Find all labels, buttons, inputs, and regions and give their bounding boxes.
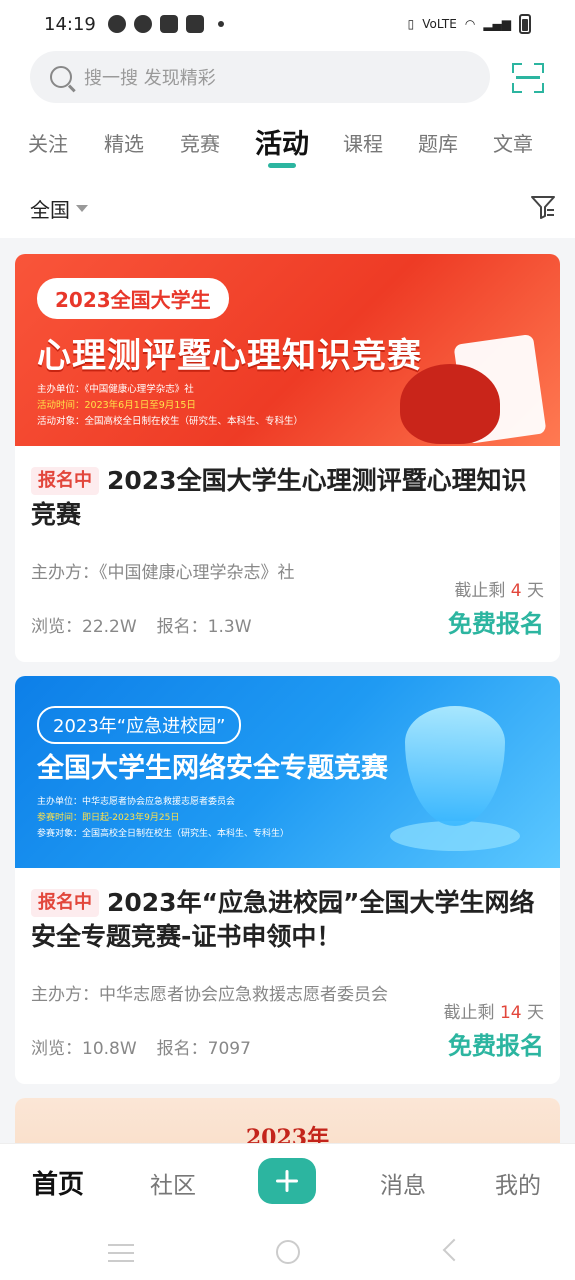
tab-featured[interactable]: 精选 [104,128,144,157]
bottom-nav: 首页 社区 消息 我的 [0,1143,575,1228]
nav-me[interactable]: 我的 [495,1166,541,1200]
banner-pill: 2023全国大学生 [37,278,229,319]
tab-course[interactable]: 课程 [343,128,383,157]
search-bar[interactable]: 搜一搜 发现精彩 [30,51,490,103]
scan-icon[interactable] [512,63,544,93]
free-signup-button[interactable]: 免费报名 [448,1026,544,1061]
tab-activity[interactable]: 活动 [255,122,309,161]
banner-pill: 2023年“应急进校园” [37,706,242,744]
header: 搜一搜 发现精彩 关注 精选 竞赛 活动 课程 题库 文章 全国 [0,48,575,238]
banner-headline: 心理测评暨心理知识竞赛 [37,336,422,376]
view-count: 浏览：10.8W [31,1039,137,1059]
telegram-icon [107,15,126,33]
nav-messages[interactable]: 消息 [380,1166,426,1200]
shield-icon [405,706,505,826]
nav-community[interactable]: 社区 [150,1166,196,1200]
tab-competition[interactable]: 竞赛 [180,128,220,157]
banner-info: 主办单位：《中国健康心理学杂志》社 活动时间：2023年6月1日至9月15日 活… [37,384,304,427]
status-badge: 报名中 [31,467,99,495]
activity-banner[interactable]: 2023全国大学生 心理测评暨心理知识竞赛 主办单位：《中国健康心理学杂志》社 … [15,254,560,446]
free-signup-button[interactable]: 免费报名 [448,604,544,639]
activity-card[interactable]: 2023全国大学生 心理测评暨心理知识竞赛 主办单位：《中国健康心理学杂志》社 … [15,254,560,662]
category-tabs: 关注 精选 竞赛 活动 课程 题库 文章 [0,118,575,168]
region-selector[interactable]: 全国 [30,194,88,223]
filter-icon[interactable] [530,194,556,220]
vibrate-icon: ▯ [407,17,415,31]
heart-illustration [400,364,500,444]
deadline: 截止剩 14 天 [443,1003,544,1023]
status-badge: 报名中 [31,889,99,917]
activity-banner[interactable]: 2023年 [15,1098,560,1143]
tab-question-bank[interactable]: 题库 [418,128,458,157]
mail-icon [159,15,178,33]
status-bar: 14:19 ▯ VoLTE ◠ ▂▄▆ [0,0,575,48]
menu-icon[interactable] [108,1244,134,1262]
system-nav-bar [0,1228,575,1280]
tab-follow[interactable]: 关注 [28,128,68,157]
stats: 浏览：10.8W 报名：7097 [31,1034,251,1059]
banner-headline: 全国大学生网络安全专题竞赛 [37,753,388,784]
banner-headline: 2023年 [245,1125,330,1143]
activity-card[interactable]: 2023年“应急进校园” 全国大学生网络安全专题竞赛 主办单位：中华志愿者协会应… [15,676,560,1084]
signup-count: 报名：1.3W [156,617,252,637]
view-count: 浏览：22.2W [31,617,137,637]
tab-article[interactable]: 文章 [493,128,533,157]
activity-banner[interactable]: 2023年“应急进校园” 全国大学生网络安全专题竞赛 主办单位：中华志愿者协会应… [15,676,560,868]
filter-row: 全国 [0,178,575,236]
stats: 浏览：22.2W 报名：1.3W [31,612,252,637]
activity-card[interactable]: 2023年 [15,1098,560,1143]
back-icon[interactable] [442,1238,466,1262]
deadline: 截止剩 4 天 [454,581,544,601]
banner-info: 主办单位：中华志愿者协会应急救援志愿者委员会 参赛时间：即日起-2023年9月2… [37,797,290,839]
activity-title[interactable]: 报名中 2023年“应急进校园”全国大学生网络安全专题竞赛-证书申领中！ [31,886,544,954]
activity-title[interactable]: 报名中 2023全国大学生心理测评暨心理知识竞赛 [31,464,544,532]
region-label: 全国 [30,198,70,222]
home-icon[interactable] [276,1240,300,1264]
add-button[interactable] [258,1158,316,1204]
volte-label: VoLTE [422,17,457,31]
signup-count: 报名：7097 [156,1039,251,1059]
system-status-icons: ▯ VoLTE ◠ ▂▄▆ [408,14,531,34]
mail-icon [185,15,204,33]
wifi-icon: ◠ [464,17,476,31]
app-icon [133,15,152,33]
battery-icon [519,14,531,34]
dropdown-arrow-icon [76,205,88,212]
nav-home[interactable]: 首页 [32,1164,84,1201]
signal-icon: ▂▄▆ [483,17,511,31]
search-placeholder: 搜一搜 发现精彩 [84,68,216,89]
status-time: 14:19 [44,13,96,35]
active-tab-indicator [268,163,296,168]
more-notifications-icon [217,21,224,27]
notification-icons [107,15,224,33]
activity-list: 2023全国大学生 心理测评暨心理知识竞赛 主办单位：《中国健康心理学杂志》社 … [0,238,575,1143]
search-icon [50,66,72,88]
